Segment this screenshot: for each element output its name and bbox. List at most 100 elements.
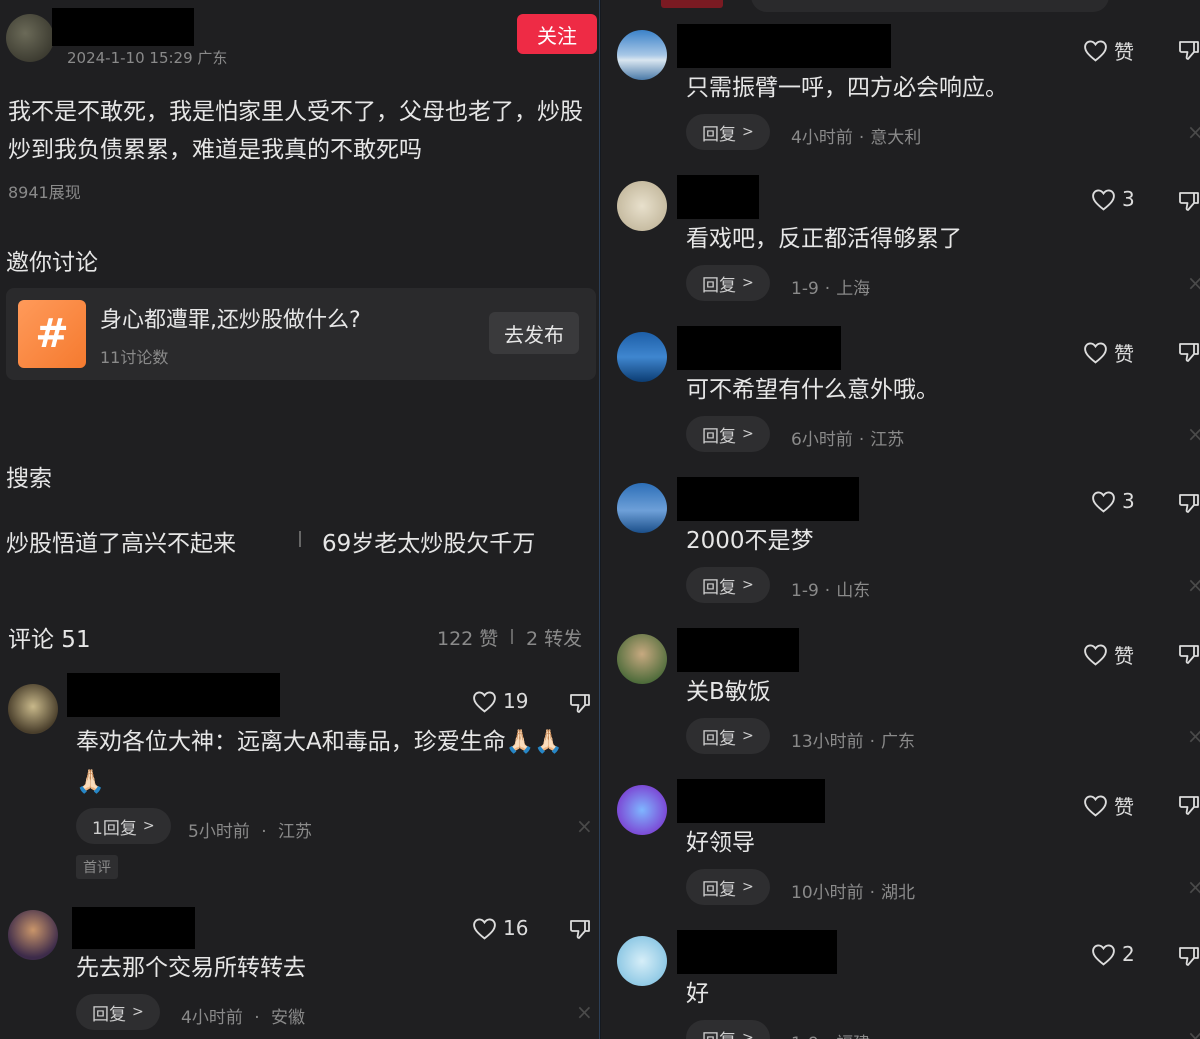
reply-button[interactable]: 回复 > — [686, 718, 770, 754]
comment-location: 广东 — [881, 732, 916, 752]
reply-button[interactable]: 回复 > — [686, 114, 770, 150]
close-icon[interactable]: × — [1187, 1026, 1200, 1039]
comment-meta: 10小时前 · 湖北 — [791, 878, 915, 903]
topic-card[interactable]: # 身心都遭罪,还炒股做什么? 11讨论数 去发布 — [6, 288, 596, 380]
comment-time: 4小时前 — [791, 128, 853, 148]
dislike-icon[interactable] — [568, 691, 592, 715]
like-button[interactable]: 19 — [472, 689, 528, 713]
reply-button[interactable]: 回复 > — [686, 416, 770, 452]
like-button[interactable]: 赞 — [1083, 36, 1134, 65]
commenter-avatar[interactable] — [8, 910, 58, 960]
like-button[interactable]: 3 — [1091, 187, 1135, 211]
chevron-right-icon: > — [742, 728, 754, 744]
meta-separator: · — [261, 822, 267, 842]
dislike-icon[interactable] — [1177, 793, 1200, 817]
author-avatar[interactable] — [6, 14, 54, 62]
like-button[interactable]: 赞 — [1083, 640, 1134, 669]
close-icon[interactable]: × — [1187, 120, 1200, 144]
dislike-icon[interactable] — [1177, 491, 1200, 515]
like-count: 赞 — [1114, 342, 1134, 366]
close-icon[interactable]: × — [1187, 875, 1200, 899]
heart-icon — [1092, 188, 1115, 211]
search-separator — [299, 531, 301, 547]
chevron-right-icon: > — [742, 1030, 754, 1039]
like-count: 3 — [1122, 187, 1135, 211]
post-timestamp: 2024-1-10 15:29 广东 — [67, 49, 228, 67]
comment-meta: 5小时前 · 江苏 — [188, 817, 312, 842]
close-icon[interactable]: × — [1187, 271, 1200, 295]
hashtag-icon: # — [18, 300, 86, 368]
dislike-icon[interactable] — [1177, 340, 1200, 364]
meta-separator: · — [869, 883, 876, 903]
commenter-name-redacted — [72, 907, 195, 949]
comment-item: 赞关B敏饭 回复 >13小时前 · 广东 × — [601, 628, 1200, 785]
comment-meta: 13小时前 · 广东 — [791, 727, 915, 752]
like-button[interactable]: 赞 — [1083, 791, 1134, 820]
comment-location: 江苏 — [870, 430, 905, 450]
reply-label: 1回复 — [92, 818, 137, 839]
dislike-icon[interactable] — [1177, 642, 1200, 666]
reply-button[interactable]: 回复 > — [686, 265, 770, 301]
commenter-avatar[interactable] — [617, 785, 667, 835]
comments-pane: 赞只需振臂一呼，四方必会响应。 回复 >4小时前 · 意大利 × 3 看戏吧，反正都活得够累了… — [601, 0, 1200, 1039]
comment-item: 赞好领导 回复 >10小时前 · 湖北 × — [601, 779, 1200, 936]
reply-label: 回复 — [702, 275, 736, 296]
close-icon[interactable]: × — [1187, 422, 1200, 446]
comment-item: 2 好回复 > 1-9 · 福建 × — [601, 930, 1200, 1039]
commenter-avatar[interactable] — [617, 30, 667, 80]
close-icon[interactable]: × — [576, 1000, 593, 1024]
dislike-icon[interactable] — [1177, 38, 1200, 62]
publish-button[interactable]: 去发布 — [489, 312, 579, 354]
search-term-link[interactable]: 炒股悟道了高兴不起来 — [6, 524, 236, 558]
follow-button[interactable]: 关注 — [517, 14, 597, 54]
commenter-avatar[interactable] — [617, 634, 667, 684]
comment-text: 奉劝各位大神：远离大A和毒品，珍爱生命🙏🏻🙏🏻🙏🏻 — [76, 729, 564, 795]
commenter-name-redacted — [677, 779, 825, 823]
dislike-icon[interactable] — [568, 917, 592, 941]
comment-text: 可不希望有什么意外哦。 — [686, 377, 939, 403]
commenter-avatar[interactable] — [617, 332, 667, 382]
dislike-icon[interactable] — [1177, 944, 1200, 968]
comment-text: 好 — [686, 981, 709, 1007]
reply-button[interactable]: 回复 > — [686, 1020, 770, 1039]
like-button[interactable]: 赞 — [1083, 338, 1134, 367]
close-icon[interactable]: × — [576, 814, 593, 838]
reply-button[interactable]: 回复 > — [686, 869, 770, 905]
like-button[interactable]: 3 — [1091, 489, 1135, 513]
like-button[interactable]: 16 — [472, 916, 528, 940]
author-name-redacted — [52, 8, 194, 46]
comment-location: 江苏 — [278, 822, 313, 842]
comment-time: 5小时前 — [188, 822, 250, 842]
commenter-avatar[interactable] — [8, 684, 58, 734]
heart-icon — [473, 917, 496, 940]
meta-separator: · — [869, 732, 876, 752]
chevron-right-icon: > — [742, 275, 754, 291]
comment-time: 6小时前 — [791, 430, 853, 450]
close-icon[interactable]: × — [1187, 724, 1200, 748]
meta-separator: · — [825, 1034, 830, 1039]
post-shares-count: 2 转发 — [526, 628, 583, 650]
close-icon[interactable]: × — [1187, 573, 1200, 597]
search-title: 搜索 — [6, 466, 52, 492]
commenter-avatar[interactable] — [617, 181, 667, 231]
reply-button[interactable]: 回复 > — [686, 567, 770, 603]
chevron-right-icon: > — [142, 818, 155, 834]
commenter-avatar[interactable] — [617, 936, 667, 986]
dislike-icon[interactable] — [1177, 189, 1200, 213]
commenter-avatar[interactable] — [617, 483, 667, 533]
chevron-right-icon: > — [742, 426, 754, 442]
like-count: 19 — [503, 689, 529, 713]
commenter-name-redacted — [67, 673, 280, 717]
reply-label: 回复 — [702, 426, 736, 447]
like-button[interactable]: 2 — [1091, 942, 1135, 966]
chevron-right-icon: > — [132, 1004, 144, 1020]
comment-meta: 1-9 · 福建 — [791, 1029, 870, 1039]
reply-button[interactable]: 1回复 > — [76, 808, 171, 844]
comment-location: 湖北 — [881, 883, 916, 903]
search-term-link[interactable]: 69岁老太炒股欠千万 — [322, 524, 535, 558]
comments-count: 评论 51 — [8, 627, 91, 653]
comment-item: 赞只需振臂一呼，四方必会响应。 回复 >4小时前 · 意大利 × — [601, 24, 1200, 181]
comment-location: 山东 — [836, 581, 871, 601]
comment-time: 10小时前 — [791, 883, 864, 903]
reply-button[interactable]: 回复 > — [76, 994, 160, 1030]
